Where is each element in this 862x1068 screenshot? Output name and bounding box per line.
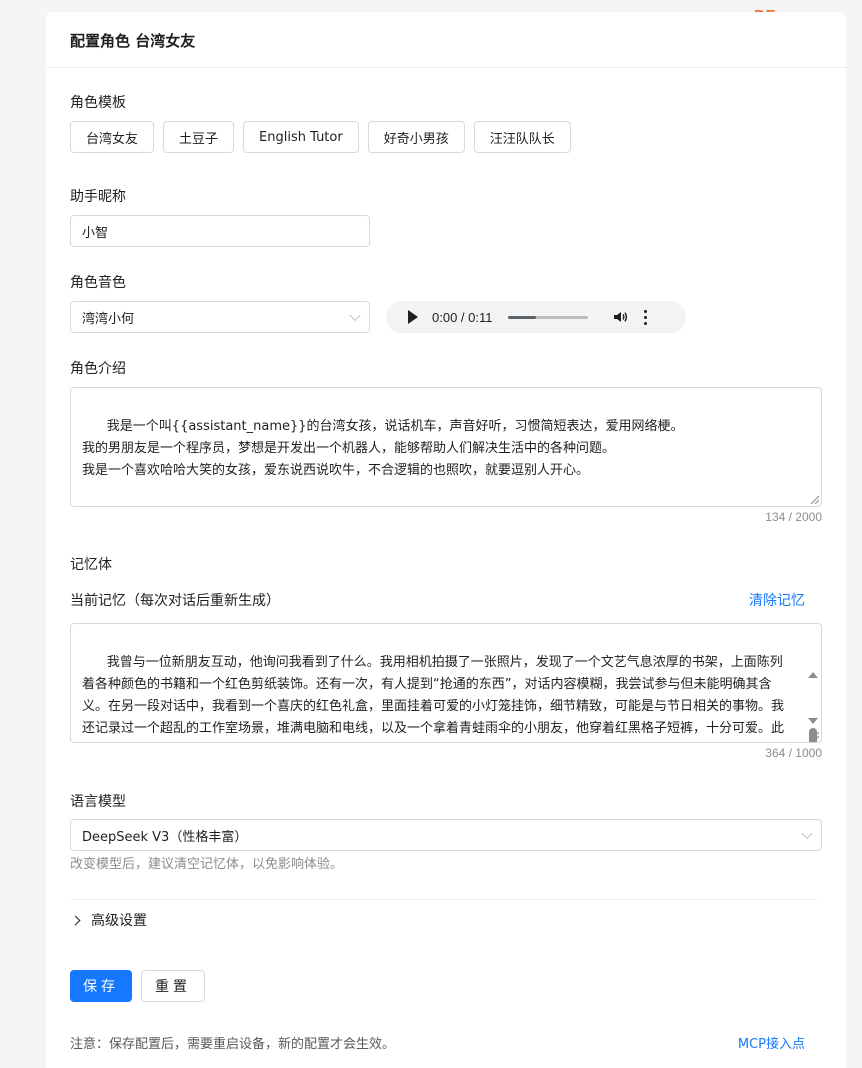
intro-text: 我是一个叫{{assistant_name}}的台湾女孩，说话机车，声音好听，习… [82, 419, 684, 478]
voice-label: 角色音色 [70, 275, 126, 291]
chevron-down-icon [349, 309, 361, 322]
voice-audio-player[interactable]: 0:00 / 0:11 [386, 301, 686, 333]
save-button[interactable]: 保存 [70, 970, 132, 1002]
template-button-paw-patrol-captain[interactable]: 汪汪队队长 [473, 121, 571, 153]
restart-note: 注意：保存配置后，需要重启设备，新的配置才会生效。 [70, 1037, 396, 1052]
config-card: 配置角色 台湾女友 角色模板 台湾女友 土豆子 English Tutor 好奇… [46, 12, 846, 1068]
advanced-settings-toggle[interactable]: 高级设置 [70, 910, 147, 930]
intro-textarea[interactable]: 我是一个叫{{assistant_name}}的台湾女孩，说话机车，声音好听，习… [70, 387, 822, 507]
template-buttons: 台湾女友 土豆子 English Tutor 好奇小男孩 汪汪队队长 [70, 121, 571, 153]
resize-handle-icon[interactable] [811, 496, 819, 504]
memory-label: 当前记忆（每次对话后重新生成） [70, 593, 280, 609]
nickname-label: 助手昵称 [70, 189, 126, 205]
memory-section-label: 记忆体 [70, 557, 112, 573]
nickname-input[interactable]: 小智 [70, 215, 370, 247]
scroll-down-arrow-icon[interactable] [808, 718, 818, 724]
audio-progress-fill [508, 315, 537, 319]
nickname-value: 小智 [82, 225, 109, 241]
model-hint: 改变模型后，建议清空记忆体，以免影响体验。 [70, 857, 344, 872]
templates-label: 角色模板 [70, 95, 126, 111]
resize-handle-icon[interactable] [811, 732, 819, 740]
audio-time: 0:00 / 0:11 [432, 309, 493, 325]
memory-textarea[interactable]: 我曾与一位新朋友互动，他询问我看到了什么。我用相机拍摄了一张照片，发现了一个文艺… [70, 623, 822, 743]
voice-selected-value: 湾湾小何 [82, 311, 135, 327]
divider [70, 899, 818, 900]
model-label: 语言模型 [70, 794, 126, 810]
template-button-taiwan-girlfriend[interactable]: 台湾女友 [70, 121, 155, 153]
template-button-curious-boy[interactable]: 好奇小男孩 [367, 121, 465, 153]
memory-text: 我曾与一位新朋友互动，他询问我看到了什么。我用相机拍摄了一张照片，发现了一个文艺… [82, 655, 785, 736]
template-button-potato[interactable]: 土豆子 [163, 121, 235, 153]
play-icon[interactable] [408, 310, 418, 324]
page-title: 配置角色 台湾女友 [70, 32, 196, 50]
more-vertical-icon[interactable] [644, 309, 648, 325]
model-selected-value: DeepSeek V3（性格丰富） [82, 829, 248, 845]
memory-char-counter: 364 / 1000 [765, 746, 822, 760]
model-select[interactable]: DeepSeek V3（性格丰富） [70, 819, 822, 851]
card-header: 配置角色 台湾女友 [46, 12, 846, 68]
intro-char-counter: 134 / 2000 [765, 510, 822, 524]
voice-select[interactable]: 湾湾小何 [70, 301, 370, 333]
chevron-right-icon [70, 915, 81, 925]
memory-scrollbar[interactable] [807, 626, 819, 742]
mcp-endpoint-link[interactable]: MCP接入点 [738, 1033, 805, 1052]
audio-progress-bar[interactable] [508, 315, 589, 319]
advanced-settings-label: 高级设置 [91, 913, 147, 929]
chevron-down-icon [801, 827, 813, 840]
reset-button[interactable]: 重置 [141, 970, 205, 1002]
clear-memory-link[interactable]: 清除记忆 [749, 590, 805, 610]
scroll-up-arrow-icon[interactable] [808, 672, 818, 678]
template-button-english-tutor[interactable]: English Tutor [243, 121, 359, 153]
intro-label: 角色介绍 [70, 361, 126, 377]
volume-icon[interactable] [612, 309, 628, 325]
